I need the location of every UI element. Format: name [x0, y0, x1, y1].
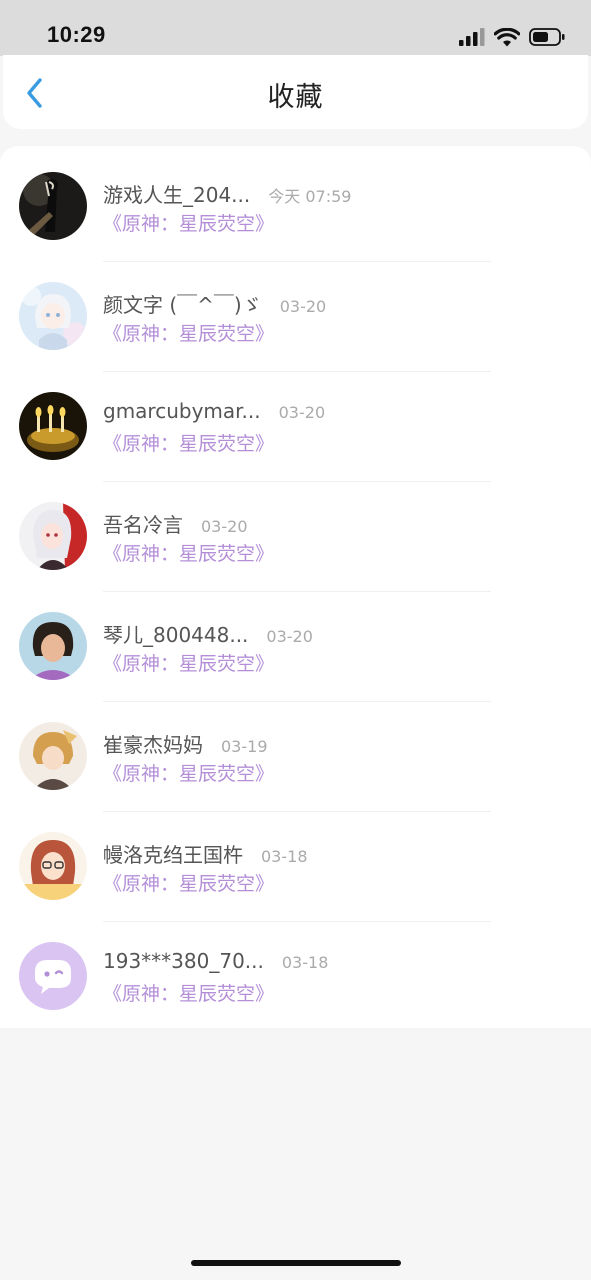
work-title[interactable]: 《原神：星辰荧空》	[103, 869, 274, 896]
nav-header: 收藏	[3, 55, 588, 129]
work-title[interactable]: 《原神：星辰荧空》	[103, 429, 274, 456]
avatar[interactable]	[19, 612, 87, 680]
user-name: gmarcubymar...	[103, 399, 261, 423]
name-line: 颜文字 (￣^￣)ゞ 03-20	[103, 289, 326, 318]
status-time: 10:29	[47, 22, 106, 47]
timestamp: 03-20	[278, 403, 326, 422]
page-title: 收藏	[267, 82, 324, 113]
name-line: 崔豪杰妈妈 03-19	[103, 729, 268, 758]
user-name: 游戏人生_204...	[103, 183, 251, 207]
user-name: 崔豪杰妈妈	[103, 733, 203, 757]
status-icons	[459, 26, 565, 48]
list-item[interactable]: 崔豪杰妈妈 03-19 《原神：星辰荧空》	[0, 702, 591, 812]
avatar[interactable]	[19, 502, 87, 570]
list-item[interactable]: 颜文字 (￣^￣)ゞ 03-20 《原神：星辰荧空》	[0, 262, 591, 372]
avatar[interactable]	[19, 392, 87, 460]
list-item[interactable]: 193***380_70... 03-18 《原神：星辰荧空》	[0, 922, 591, 1032]
work-title[interactable]: 《原神：星辰荧空》	[103, 539, 274, 566]
timestamp: 03-20	[266, 627, 313, 646]
avatar[interactable]	[19, 722, 87, 790]
battery-icon	[529, 28, 565, 46]
avatar[interactable]	[19, 832, 87, 900]
avatar[interactable]	[19, 172, 87, 240]
favorites-list: 游戏人生_204... 今天 07:59 《原神：星辰荧空》 颜文字 (￣^￣)…	[0, 146, 591, 1028]
user-name: 琴儿_800448...	[103, 623, 249, 647]
name-line: 193***380_70... 03-18	[103, 949, 328, 973]
user-name: 193***380_70...	[103, 949, 264, 973]
name-line: 幔洛克绉王国杵 03-18	[103, 839, 308, 868]
timestamp: 今天 07:59	[268, 187, 352, 206]
user-name: 吾名冷言	[103, 513, 183, 537]
cellular-signal-icon	[459, 28, 485, 46]
timestamp: 03-20	[201, 517, 248, 536]
work-title[interactable]: 《原神：星辰荧空》	[103, 759, 274, 786]
list-item[interactable]: 吾名冷言 03-20 《原神：星辰荧空》	[0, 482, 591, 592]
wifi-icon	[494, 27, 520, 46]
work-title[interactable]: 《原神：星辰荧空》	[103, 319, 274, 346]
user-name: 幔洛克绉王国杵	[103, 843, 243, 867]
name-line: 吾名冷言 03-20	[103, 509, 248, 538]
home-indicator[interactable]	[191, 1260, 401, 1266]
timestamp: 03-18	[261, 847, 308, 866]
avatar[interactable]	[19, 942, 87, 1010]
name-line: gmarcubymar... 03-20	[103, 399, 325, 423]
status-bar: 10:29	[0, 0, 591, 56]
avatar[interactable]	[19, 282, 87, 350]
work-title[interactable]: 《原神：星辰荧空》	[103, 649, 274, 676]
work-title[interactable]: 《原神：星辰荧空》	[103, 209, 274, 236]
timestamp: 03-19	[221, 737, 268, 756]
user-name: 颜文字 (￣^￣)ゞ	[103, 293, 262, 317]
work-title[interactable]: 《原神：星辰荧空》	[103, 979, 274, 1006]
list-item[interactable]: gmarcubymar... 03-20 《原神：星辰荧空》	[0, 372, 591, 482]
name-line: 游戏人生_204... 今天 07:59	[103, 179, 351, 208]
list-item[interactable]: 游戏人生_204... 今天 07:59 《原神：星辰荧空》	[0, 152, 591, 262]
list-item[interactable]: 琴儿_800448... 03-20 《原神：星辰荧空》	[0, 592, 591, 702]
name-line: 琴儿_800448... 03-20	[103, 619, 313, 648]
timestamp: 03-20	[279, 297, 327, 316]
list-item[interactable]: 幔洛克绉王国杵 03-18 《原神：星辰荧空》	[0, 812, 591, 922]
timestamp: 03-18	[281, 953, 329, 972]
